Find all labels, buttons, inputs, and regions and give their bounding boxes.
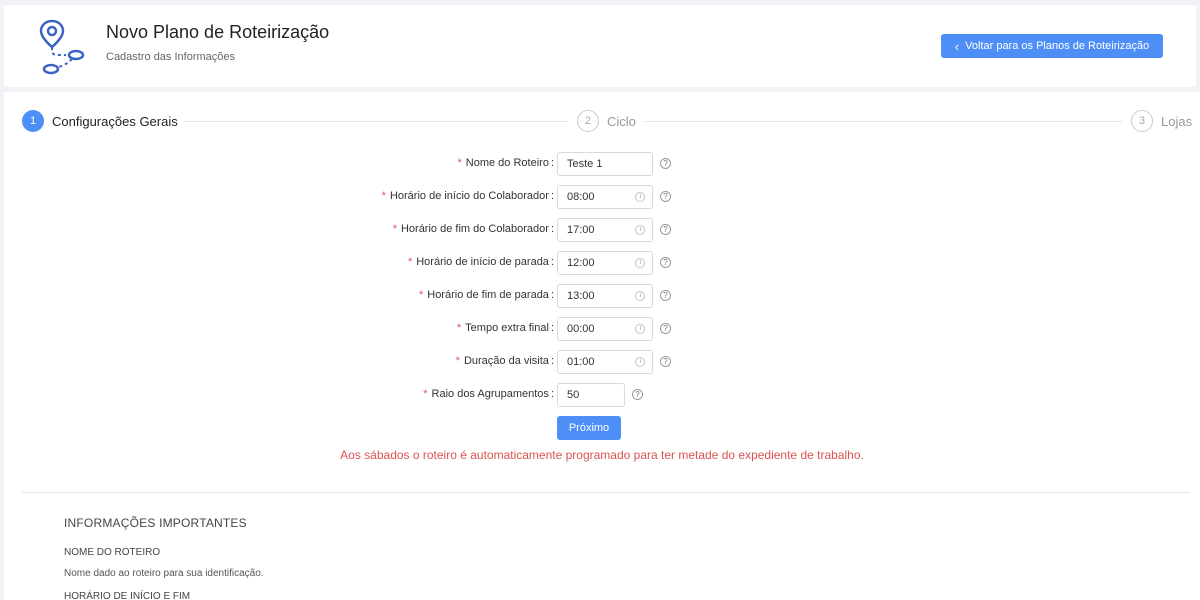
back-to-plans-button[interactable]: ‹ Voltar para os Planos de Roteirização xyxy=(941,34,1163,58)
page-subtitle: Cadastro das Informações xyxy=(106,51,236,63)
help-icon[interactable]: ? xyxy=(660,323,671,334)
field-label: * Raio dos Agrupamentos: xyxy=(423,388,554,400)
fim-colaborador-time-input[interactable]: 17:00 xyxy=(557,218,653,242)
form-row-inicio-parada: * Horário de início de parada: 12:00 ? xyxy=(4,251,1200,275)
inicio-colaborador-time-input[interactable]: 08:00 xyxy=(557,185,653,209)
help-icon[interactable]: ? xyxy=(660,224,671,235)
step-ciclo[interactable]: 2 Ciclo xyxy=(577,110,636,132)
nome-roteiro-input[interactable]: Teste 1 xyxy=(557,152,653,176)
field-label: * Tempo extra final: xyxy=(456,322,554,334)
duracao-visita-time-input[interactable]: 01:00 xyxy=(557,350,653,374)
saturday-warning: Aos sábados o roteiro é automaticamente … xyxy=(340,448,864,462)
step-label: Ciclo xyxy=(607,113,636,129)
form-row-fim-parada: * Horário de fim de parada: 13:00 ? xyxy=(4,284,1200,308)
help-icon[interactable]: ? xyxy=(660,257,671,268)
step-label: Configurações Gerais xyxy=(52,113,178,129)
tempo-extra-time-input[interactable]: 00:00 xyxy=(557,317,653,341)
field-label: * Duração da visita: xyxy=(455,355,554,367)
page-title: Novo Plano de Roteirização xyxy=(106,22,330,42)
fim-parada-time-input[interactable]: 13:00 xyxy=(557,284,653,308)
next-button[interactable]: Próximo xyxy=(557,416,621,440)
divider xyxy=(22,492,1190,493)
step-lojas[interactable]: 3 Lojas xyxy=(1131,110,1192,132)
form-row-inicio-colaborador: * Horário de início do Colaborador: 08:00… xyxy=(4,185,1200,209)
raio-agrupamentos-input[interactable]: 50 xyxy=(557,383,625,407)
clock-icon xyxy=(635,192,645,202)
chevron-left-icon: ‹ xyxy=(954,38,960,54)
info-text: Nome dado ao roteiro para sua identifica… xyxy=(64,568,264,579)
form-row-raio-agrupamentos: * Raio dos Agrupamentos: 50 ? xyxy=(4,383,1200,407)
clock-icon xyxy=(635,258,645,268)
help-icon[interactable]: ? xyxy=(660,158,671,169)
route-map-icon xyxy=(39,19,85,75)
info-heading: NOME DO ROTEIRO xyxy=(64,547,161,558)
clock-icon xyxy=(635,357,645,367)
form-row-duracao-visita: * Duração da visita: 01:00 ? xyxy=(4,350,1200,374)
field-label: * Horário de início do Colaborador: xyxy=(381,190,554,202)
clock-icon xyxy=(635,324,645,334)
help-icon[interactable]: ? xyxy=(660,356,671,367)
info-heading: HORÁRIO DE INÍCIO E FIM xyxy=(64,591,191,600)
page-header: Novo Plano de Roteirização Cadastro das … xyxy=(4,5,1196,87)
main-panel: 1 Configurações Gerais 2 Ciclo 3 Lojas *… xyxy=(4,92,1200,600)
form-row-fim-colaborador: * Horário de fim do Colaborador: 17:00 ? xyxy=(4,218,1200,242)
field-label: * Horário de fim do Colaborador: xyxy=(392,223,554,235)
clock-icon xyxy=(635,225,645,235)
back-button-label: Voltar para os Planos de Roteirização xyxy=(965,40,1150,52)
help-icon[interactable]: ? xyxy=(632,389,643,400)
step-connector xyxy=(184,121,567,122)
form-row-nome-roteiro: * Nome do Roteiro: Teste 1 ? xyxy=(4,152,1200,176)
inicio-parada-time-input[interactable]: 12:00 xyxy=(557,251,653,275)
form-row-tempo-extra: * Tempo extra final: 00:00 ? xyxy=(4,317,1200,341)
help-icon[interactable]: ? xyxy=(660,191,671,202)
field-label: * Horário de início de parada: xyxy=(407,256,554,268)
field-label: * Horário de fim de parada: xyxy=(418,289,554,301)
step-number: 2 xyxy=(577,110,599,132)
step-connector xyxy=(644,121,1122,122)
step-configuracoes-gerais[interactable]: 1 Configurações Gerais xyxy=(22,110,178,132)
field-label: * Nome do Roteiro: xyxy=(457,157,555,169)
info-title: INFORMAÇÕES IMPORTANTES xyxy=(64,516,247,530)
step-number: 3 xyxy=(1131,110,1153,132)
step-label: Lojas xyxy=(1161,113,1193,129)
help-icon[interactable]: ? xyxy=(660,290,671,301)
step-number: 1 xyxy=(22,110,44,132)
clock-icon xyxy=(635,291,645,301)
